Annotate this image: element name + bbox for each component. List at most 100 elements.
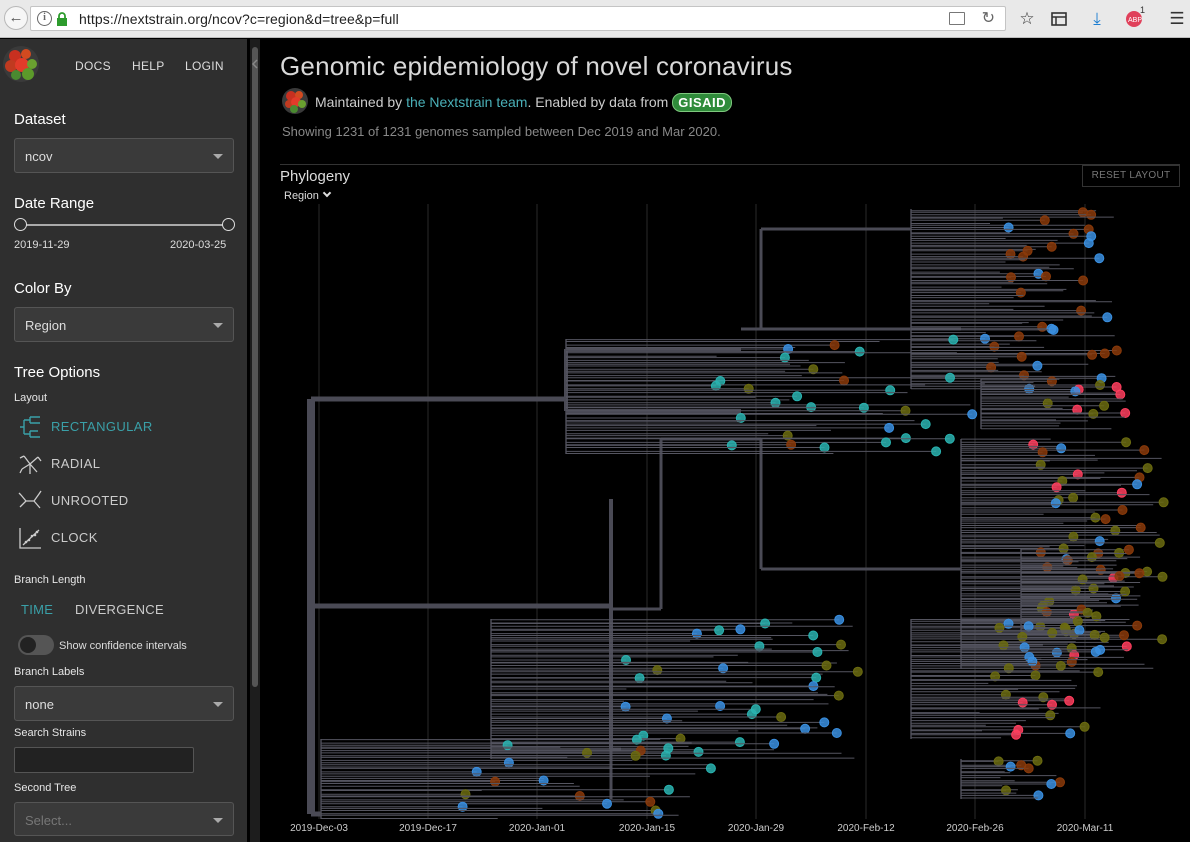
tree-tip[interactable] (884, 422, 895, 433)
tree-tip[interactable] (1157, 634, 1168, 645)
tree-tip[interactable] (602, 798, 612, 809)
menu-icon[interactable]: ☰ (1166, 8, 1188, 30)
branch-length-time[interactable]: TIME (21, 602, 53, 617)
download-icon[interactable]: ⤓ (1086, 8, 1108, 30)
tree-tip[interactable] (1114, 547, 1125, 558)
tree-tip[interactable] (931, 446, 942, 457)
tree-tip[interactable] (1090, 646, 1101, 657)
date-range-start-handle[interactable] (14, 218, 27, 231)
tree-tip[interactable] (1011, 729, 1022, 740)
tree-tip[interactable] (663, 784, 674, 795)
tree-tip[interactable] (1055, 777, 1065, 788)
tree-tip[interactable] (1111, 345, 1122, 356)
confidence-toggle[interactable] (18, 635, 54, 655)
tree-tip[interactable] (1134, 568, 1145, 579)
tree-tip[interactable] (1132, 479, 1143, 490)
reload-icon[interactable]: ↻ (982, 8, 995, 28)
tree-tip[interactable] (836, 639, 846, 650)
tree-tip[interactable] (1068, 228, 1079, 239)
tree-tip[interactable] (839, 375, 849, 386)
tree-tip[interactable] (829, 340, 840, 351)
tree-tip[interactable] (1100, 514, 1111, 525)
tree-tip[interactable] (1094, 536, 1105, 547)
tree-tip[interactable] (1114, 571, 1125, 582)
tree-tip[interactable] (900, 433, 911, 444)
tree-tip[interactable] (630, 750, 641, 761)
scrollbar-thumb[interactable] (252, 47, 258, 687)
tree-tip[interactable] (885, 385, 896, 396)
tree-tip[interactable] (1028, 439, 1039, 450)
tree-tip[interactable] (1005, 761, 1016, 772)
tree-tip[interactable] (1099, 632, 1110, 643)
nextstrain-logo[interactable] (2, 45, 40, 83)
tree-tip[interactable] (1014, 331, 1024, 342)
nav-help[interactable]: HELP (132, 59, 165, 73)
tree-tip[interactable] (1033, 790, 1044, 801)
tree-tip[interactable] (1072, 616, 1083, 627)
tree-tip[interactable] (967, 409, 978, 420)
tree-tip[interactable] (1032, 755, 1043, 766)
tree-tip[interactable] (1102, 312, 1113, 323)
phylogeny-tree[interactable] (261, 199, 1190, 824)
tree-tip[interactable] (993, 756, 1004, 767)
tree-tip[interactable] (1003, 618, 1014, 629)
library-icon[interactable] (1048, 8, 1070, 30)
tree-tip[interactable] (1065, 728, 1076, 739)
tree-tip[interactable] (663, 743, 674, 754)
tree-tip[interactable] (1076, 305, 1087, 316)
tree-tip[interactable] (457, 801, 468, 812)
tree-tip[interactable] (1074, 625, 1085, 636)
tree-tip[interactable] (735, 413, 746, 423)
tree-tip[interactable] (776, 712, 787, 722)
tree-tip[interactable] (1083, 238, 1094, 249)
tree-tip[interactable] (1099, 348, 1110, 359)
tree-tip[interactable] (1058, 543, 1069, 554)
tree-tip[interactable] (1046, 241, 1057, 252)
tree-tip[interactable] (1000, 689, 1011, 700)
reset-layout-button[interactable]: RESET LAYOUT (1082, 165, 1180, 187)
tree-tip[interactable] (994, 622, 1005, 633)
tree-tip[interactable] (1017, 631, 1028, 642)
tree-tip[interactable] (1027, 656, 1038, 667)
tree-tip[interactable] (1055, 660, 1066, 671)
tree-tip[interactable] (831, 728, 842, 738)
tree-tip[interactable] (1090, 512, 1101, 523)
branch-labels-select[interactable]: none (14, 686, 234, 721)
tree-tip[interactable] (1003, 663, 1014, 674)
tree-tip[interactable] (1086, 209, 1097, 220)
tree-tip[interactable] (945, 372, 955, 383)
tree-tip[interactable] (1132, 620, 1143, 631)
tree-tip[interactable] (1099, 400, 1110, 411)
tree-tip[interactable] (852, 666, 863, 677)
tree-tip[interactable] (1066, 656, 1077, 667)
tree-tip[interactable] (714, 625, 725, 636)
tree-tip[interactable] (1142, 463, 1153, 474)
url-text[interactable]: https://nextstrain.org/ncov?c=region&d=t… (79, 11, 399, 27)
tree-tip[interactable] (653, 808, 664, 819)
tree-tip[interactable] (1078, 275, 1089, 286)
tree-tip[interactable] (808, 681, 819, 692)
tree-tip[interactable] (1123, 544, 1134, 555)
tree-tip[interactable] (1158, 497, 1169, 508)
tree-tip[interactable] (1079, 721, 1090, 732)
tree-tip[interactable] (1119, 630, 1129, 641)
bookmark-star-icon[interactable]: ☆ (1016, 8, 1038, 30)
date-range-end-handle[interactable] (222, 218, 235, 231)
tree-tip[interactable] (1047, 627, 1058, 638)
tree-tip[interactable] (1045, 710, 1056, 721)
tree-tip[interactable] (1077, 207, 1088, 218)
tree-tip[interactable] (1121, 437, 1132, 448)
tree-tip[interactable] (1056, 443, 1067, 454)
tree-tip[interactable] (620, 701, 631, 712)
tree-tip[interactable] (1003, 222, 1014, 233)
tree-tip[interactable] (1030, 670, 1041, 681)
second-tree-select[interactable]: Select... (14, 802, 234, 836)
branch-length-divergence[interactable]: DIVERGENCE (75, 602, 164, 617)
tree-tip[interactable] (920, 419, 931, 430)
tree-tip[interactable] (1115, 389, 1126, 400)
tree-tip[interactable] (471, 766, 482, 777)
tree-tip[interactable] (1005, 249, 1016, 260)
tree-tip[interactable] (661, 713, 672, 724)
tree-tip[interactable] (808, 364, 819, 375)
tree-tip[interactable] (980, 333, 990, 344)
